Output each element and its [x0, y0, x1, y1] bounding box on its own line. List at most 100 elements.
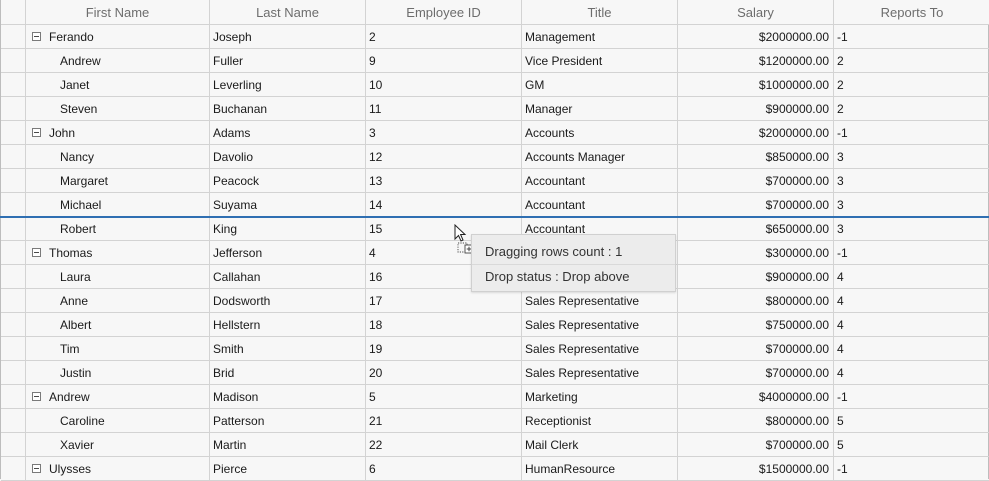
reports-to-cell[interactable]: -1 [834, 121, 989, 144]
salary-cell[interactable]: $750000.00 [678, 313, 834, 336]
table-row[interactable]: Andrew Fuller 9 Vice President $1200000.00 2 [1, 49, 989, 73]
salary-cell[interactable]: $800000.00 [678, 289, 834, 312]
salary-cell[interactable]: $900000.00 [678, 265, 834, 288]
table-row[interactable]: Michael Suyama 14 Accountant $700000.00 3 [1, 193, 989, 217]
reports-to-cell[interactable]: 4 [834, 313, 989, 336]
table-row[interactable]: John Adams 3 Accounts $2000000.00 -1 [1, 121, 989, 145]
employee-id-cell[interactable]: 21 [366, 409, 522, 432]
first-name-cell[interactable]: Michael [26, 193, 210, 216]
employee-id-cell[interactable]: 10 [366, 73, 522, 96]
last-name-cell[interactable]: Patterson [210, 409, 366, 432]
title-cell[interactable]: Sales Representative [522, 361, 678, 384]
salary-cell[interactable]: $800000.00 [678, 409, 834, 432]
header-reports-to[interactable]: Reports To [834, 0, 989, 24]
last-name-cell[interactable]: Pierce [210, 457, 366, 480]
row-indent-cell[interactable] [1, 49, 26, 72]
first-name-cell[interactable]: John [26, 121, 210, 144]
header-last-name[interactable]: Last Name [210, 0, 366, 24]
header-salary[interactable]: Salary [678, 0, 834, 24]
last-name-cell[interactable]: Martin [210, 433, 366, 456]
salary-cell[interactable]: $900000.00 [678, 97, 834, 120]
title-cell[interactable]: Mail Clerk [522, 433, 678, 456]
first-name-cell[interactable]: Anne [26, 289, 210, 312]
row-indent-cell[interactable] [1, 121, 26, 144]
reports-to-cell[interactable]: 5 [834, 409, 989, 432]
title-cell[interactable]: HumanResource [522, 457, 678, 480]
employee-id-cell[interactable]: 22 [366, 433, 522, 456]
salary-cell[interactable]: $2000000.00 [678, 25, 834, 48]
header-title[interactable]: Title [522, 0, 678, 24]
row-indent-cell[interactable] [1, 241, 26, 264]
title-cell[interactable]: GM [522, 73, 678, 96]
last-name-cell[interactable]: Suyama [210, 193, 366, 216]
employee-id-cell[interactable]: 11 [366, 97, 522, 120]
title-cell[interactable]: Management [522, 25, 678, 48]
reports-to-cell[interactable]: -1 [834, 457, 989, 480]
reports-to-cell[interactable]: 4 [834, 361, 989, 384]
row-indent-cell[interactable] [1, 457, 26, 480]
reports-to-cell[interactable]: 4 [834, 289, 989, 312]
first-name-cell[interactable]: Xavier [26, 433, 210, 456]
reports-to-cell[interactable]: -1 [834, 241, 989, 264]
last-name-cell[interactable]: Leverling [210, 73, 366, 96]
employee-id-cell[interactable]: 9 [366, 49, 522, 72]
row-indent-cell[interactable] [1, 217, 26, 240]
first-name-cell[interactable]: Thomas [26, 241, 210, 264]
collapse-icon[interactable] [32, 128, 41, 137]
title-cell[interactable]: Manager [522, 97, 678, 120]
title-cell[interactable]: Sales Representative [522, 289, 678, 312]
reports-to-cell[interactable]: 3 [834, 169, 989, 192]
reports-to-cell[interactable]: 2 [834, 73, 989, 96]
employee-id-cell[interactable]: 5 [366, 385, 522, 408]
row-indent-cell[interactable] [1, 337, 26, 360]
table-row[interactable]: Steven Buchanan 11 Manager $900000.00 2 [1, 97, 989, 121]
last-name-cell[interactable]: Jefferson [210, 241, 366, 264]
table-row[interactable]: Margaret Peacock 13 Accountant $700000.00 3 [1, 169, 989, 193]
last-name-cell[interactable]: Callahan [210, 265, 366, 288]
row-indent-cell[interactable] [1, 145, 26, 168]
salary-cell[interactable]: $300000.00 [678, 241, 834, 264]
title-cell[interactable]: Accounts [522, 121, 678, 144]
collapse-icon[interactable] [32, 392, 41, 401]
salary-cell[interactable]: $4000000.00 [678, 385, 834, 408]
first-name-cell[interactable]: Andrew [26, 385, 210, 408]
row-indent-cell[interactable] [1, 97, 26, 120]
row-indent-cell[interactable] [1, 433, 26, 456]
salary-cell[interactable]: $850000.00 [678, 145, 834, 168]
table-row[interactable]: Anne Dodsworth 17 Sales Representative $8000… [1, 289, 989, 313]
collapse-icon[interactable] [32, 32, 41, 41]
last-name-cell[interactable]: Adams [210, 121, 366, 144]
table-row[interactable]: Albert Hellstern 18 Sales Representative $75… [1, 313, 989, 337]
title-cell[interactable]: Sales Representative [522, 313, 678, 336]
reports-to-cell[interactable]: -1 [834, 25, 989, 48]
header-first-name[interactable]: First Name [26, 0, 210, 24]
reports-to-cell[interactable]: 4 [834, 337, 989, 360]
collapse-icon[interactable] [32, 464, 41, 473]
employee-id-cell[interactable]: 17 [366, 289, 522, 312]
first-name-cell[interactable]: Caroline [26, 409, 210, 432]
reports-to-cell[interactable]: -1 [834, 385, 989, 408]
last-name-cell[interactable]: Hellstern [210, 313, 366, 336]
first-name-cell[interactable]: Steven [26, 97, 210, 120]
salary-cell[interactable]: $1200000.00 [678, 49, 834, 72]
row-indent-cell[interactable] [1, 313, 26, 336]
first-name-cell[interactable]: Margaret [26, 169, 210, 192]
salary-cell[interactable]: $700000.00 [678, 337, 834, 360]
title-cell[interactable]: Accountant [522, 193, 678, 216]
row-indent-cell[interactable] [1, 193, 26, 216]
title-cell[interactable]: Accountant [522, 169, 678, 192]
last-name-cell[interactable]: Dodsworth [210, 289, 366, 312]
first-name-cell[interactable]: Robert [26, 217, 210, 240]
salary-cell[interactable]: $700000.00 [678, 193, 834, 216]
row-indent-cell[interactable] [1, 73, 26, 96]
last-name-cell[interactable]: Fuller [210, 49, 366, 72]
employee-id-cell[interactable]: 3 [366, 121, 522, 144]
reports-to-cell[interactable]: 2 [834, 49, 989, 72]
reports-to-cell[interactable]: 3 [834, 217, 989, 240]
first-name-cell[interactable]: Janet [26, 73, 210, 96]
last-name-cell[interactable]: Peacock [210, 169, 366, 192]
employee-id-cell[interactable]: 6 [366, 457, 522, 480]
salary-cell[interactable]: $2000000.00 [678, 121, 834, 144]
row-indent-cell[interactable] [1, 289, 26, 312]
last-name-cell[interactable]: Davolio [210, 145, 366, 168]
